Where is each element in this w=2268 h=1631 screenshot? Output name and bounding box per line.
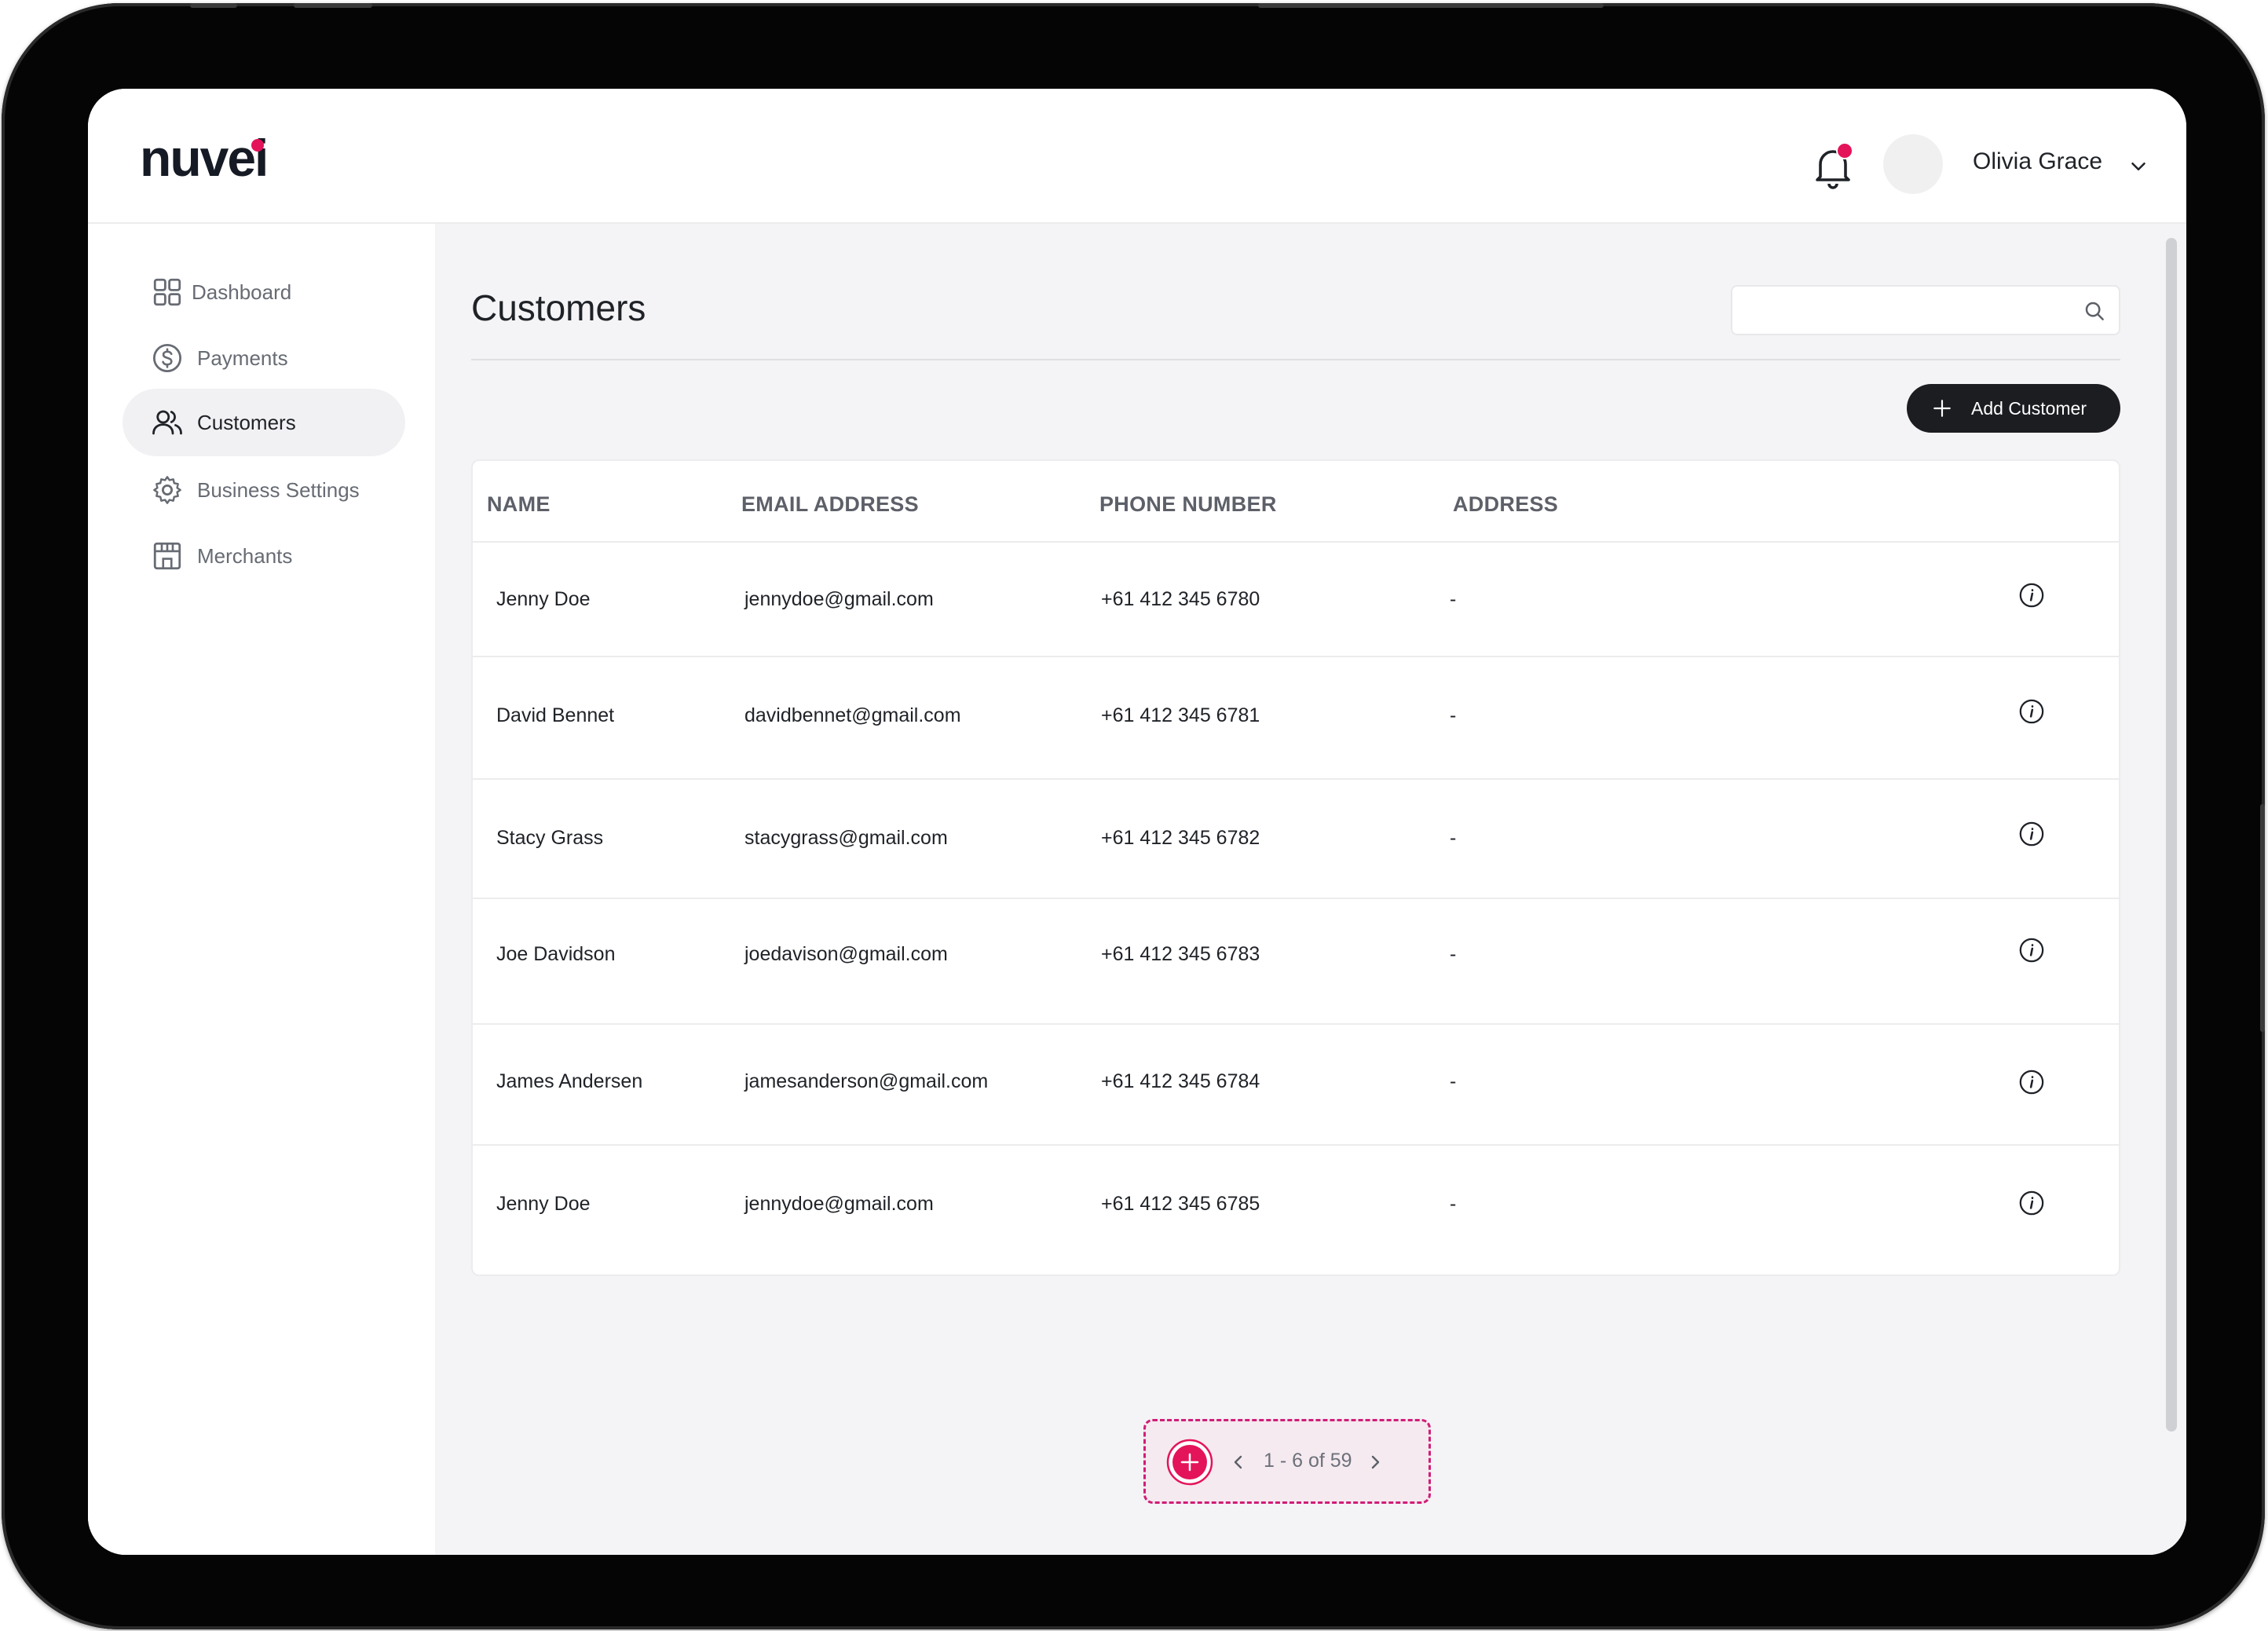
- cell-phone: +61 412 345 6785: [1101, 1193, 1260, 1215]
- sidebar-item-label: Business Settings: [197, 477, 360, 502]
- store-icon: [153, 542, 181, 570]
- cell-name: Joe Davidson: [496, 943, 616, 965]
- add-customer-label: Add Customer: [1971, 397, 2087, 419]
- cell-email: joedavison@gmail.com: [744, 943, 948, 965]
- cell-phone: +61 412 345 6781: [1101, 704, 1260, 726]
- device-button: [2260, 804, 2265, 1032]
- sidebar-item-label: Merchants: [197, 543, 293, 568]
- column-header-name[interactable]: NAME: [487, 492, 551, 517]
- table-row[interactable]: James Andersen jamesanderson@gmail.com +…: [473, 1025, 2119, 1146]
- pagination-range: 1 - 6 of 59: [1264, 1450, 1352, 1472]
- sidebar-item-label: Customers: [197, 410, 296, 434]
- table-row[interactable]: Stacy Grass stacygrass@gmail.com +61 412…: [473, 780, 2119, 899]
- avatar[interactable]: [1883, 134, 1943, 194]
- cell-email: davidbennet@gmail.com: [744, 704, 961, 726]
- plus-icon: [1933, 400, 1951, 417]
- sidebar-item-customers[interactable]: Customers: [123, 389, 405, 456]
- app-screen: nuvei Olivia Grace Dashboard Payments Cu…: [88, 89, 2186, 1555]
- column-header-address[interactable]: ADDRESS: [1453, 492, 1558, 517]
- cell-name: David Bennet: [496, 704, 615, 726]
- plus-circle-icon[interactable]: [1166, 1439, 1213, 1486]
- title-divider: [471, 359, 2120, 360]
- cell-address: -: [1450, 1070, 1457, 1092]
- cell-name: James Andersen: [496, 1070, 643, 1092]
- grid-icon: [153, 278, 181, 306]
- info-icon[interactable]: [2018, 698, 2045, 725]
- sidebar-item-payments[interactable]: Payments: [123, 324, 405, 392]
- nuvei-logo[interactable]: nuvei: [140, 128, 269, 188]
- tablet-frame: nuvei Olivia Grace Dashboard Payments Cu…: [2, 3, 2265, 1629]
- cell-address: -: [1450, 827, 1457, 849]
- gear-icon: [153, 476, 181, 504]
- sidebar: Dashboard Payments Customers Business Se…: [88, 224, 435, 1555]
- column-header-email[interactable]: EMAIL ADDRESS: [741, 492, 919, 517]
- info-icon[interactable]: [2018, 937, 2045, 964]
- logo-accent-dot: [251, 139, 264, 152]
- cell-name: Jenny Doe: [496, 588, 591, 610]
- table-row[interactable]: Joe Davidson joedavison@gmail.com +61 41…: [473, 899, 2119, 1025]
- info-icon[interactable]: [2018, 1190, 2045, 1216]
- info-icon[interactable]: [2018, 821, 2045, 847]
- page-title: Customers: [471, 287, 646, 328]
- pagination: 1 - 6 of 59: [1143, 1419, 1431, 1504]
- main-content: Customers Add Customer NAME EMAIL ADDRES…: [435, 224, 2186, 1555]
- cell-address: -: [1450, 588, 1457, 610]
- chevron-down-icon[interactable]: [2127, 155, 2150, 178]
- cell-email: stacygrass@gmail.com: [744, 827, 948, 849]
- cell-name: Stacy Grass: [496, 827, 604, 849]
- scrollbar[interactable]: [2166, 238, 2177, 1432]
- cell-email: jennydoe@gmail.com: [744, 588, 934, 610]
- device-button: [294, 3, 372, 8]
- device-button: [190, 3, 237, 8]
- users-icon: [152, 410, 182, 435]
- sidebar-item-label: Payments: [197, 346, 288, 370]
- cell-address: -: [1450, 1193, 1457, 1215]
- table-row[interactable]: Jenny Doe jennydoe@gmail.com +61 412 345…: [473, 1146, 2119, 1274]
- search-input[interactable]: [1745, 287, 2078, 335]
- cell-email: jennydoe@gmail.com: [744, 1193, 934, 1215]
- column-header-phone[interactable]: PHONE NUMBER: [1099, 492, 1277, 517]
- cell-phone: +61 412 345 6784: [1101, 1070, 1260, 1092]
- cell-phone: +61 412 345 6782: [1101, 827, 1260, 849]
- table-row[interactable]: David Bennet davidbennet@gmail.com +61 4…: [473, 657, 2119, 780]
- customers-table: NAME EMAIL ADDRESS PHONE NUMBER ADDRESS …: [471, 459, 2120, 1276]
- info-icon[interactable]: [2018, 1069, 2045, 1095]
- cell-address: -: [1450, 943, 1457, 965]
- top-bar: nuvei Olivia Grace: [88, 89, 2186, 224]
- info-icon[interactable]: [2018, 582, 2045, 609]
- cell-phone: +61 412 345 6783: [1101, 943, 1260, 965]
- dollar-circle-icon: [152, 343, 182, 373]
- sidebar-item-merchants[interactable]: Merchants: [123, 522, 405, 590]
- cell-email: jamesanderson@gmail.com: [744, 1070, 989, 1092]
- cell-name: Jenny Doe: [496, 1193, 591, 1215]
- user-name[interactable]: Olivia Grace: [1973, 148, 2102, 175]
- notification-badge: [1836, 142, 1853, 159]
- cell-address: -: [1450, 704, 1457, 726]
- chevron-right-icon[interactable]: [1366, 1453, 1385, 1472]
- sidebar-item-label: Dashboard: [192, 280, 292, 304]
- sidebar-item-dashboard[interactable]: Dashboard: [123, 258, 405, 326]
- sidebar-item-business-settings[interactable]: Business Settings: [123, 456, 405, 524]
- table-row[interactable]: Jenny Doe jennydoe@gmail.com +61 412 345…: [473, 543, 2119, 657]
- add-customer-button[interactable]: Add Customer: [1907, 384, 2120, 433]
- search-box[interactable]: [1731, 285, 2120, 335]
- device-button: [1258, 3, 1604, 8]
- cell-phone: +61 412 345 6780: [1101, 588, 1260, 610]
- search-icon[interactable]: [2083, 299, 2106, 323]
- chevron-left-icon[interactable]: [1229, 1453, 1248, 1472]
